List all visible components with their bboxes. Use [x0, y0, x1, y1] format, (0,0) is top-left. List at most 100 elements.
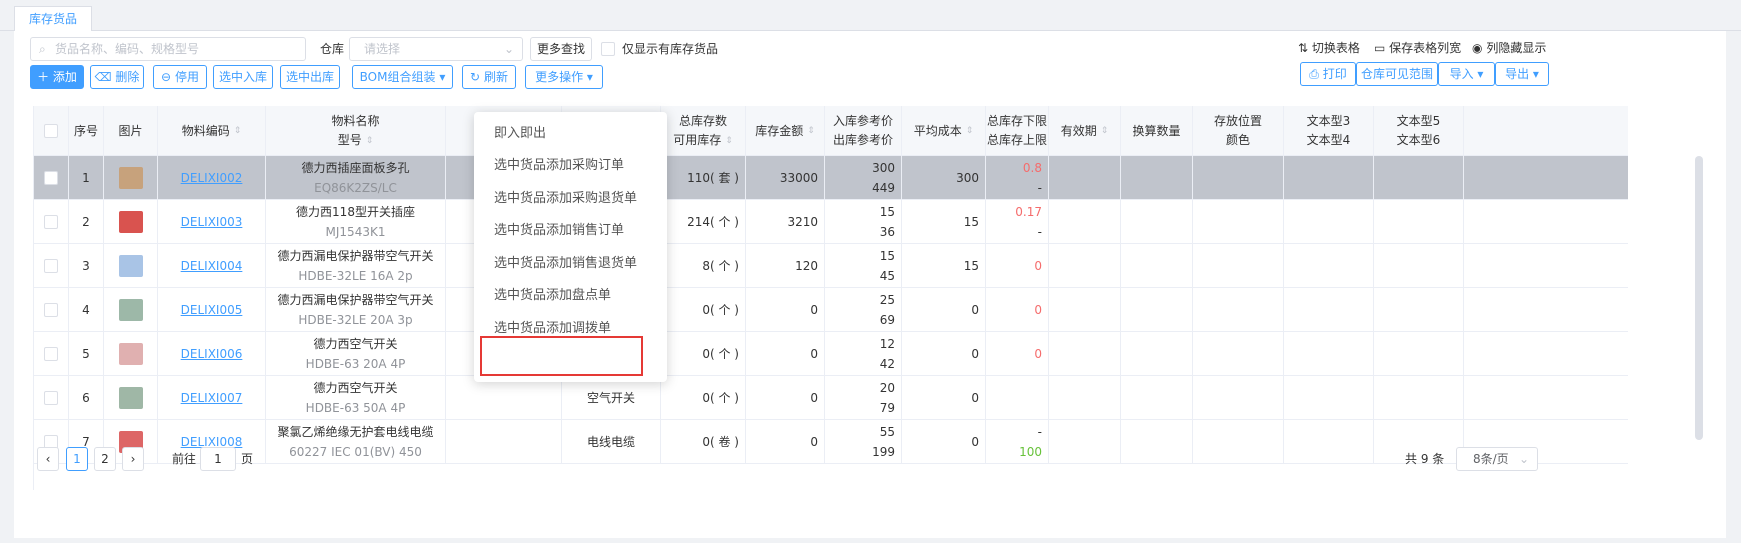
product-thumbnail[interactable] — [118, 167, 143, 189]
product-thumbnail[interactable] — [118, 211, 143, 233]
bom-label: BOM组合组装 — [359, 70, 436, 84]
next-page-button[interactable]: › — [122, 447, 144, 471]
row-checkbox[interactable] — [44, 347, 58, 361]
goto-page-input[interactable]: 1 — [200, 447, 236, 471]
menu-item-add-sales-order[interactable]: 选中货品添加销售订单 — [494, 221, 624, 241]
header-text6-label: 文本型6 — [1396, 133, 1441, 147]
row-seq: 4 — [69, 288, 104, 332]
bom-button[interactable]: BOM组合组装 ▾ — [352, 65, 453, 89]
product-thumbnail[interactable] — [118, 343, 143, 365]
material-code-link[interactable]: DELIXI003 — [181, 212, 243, 232]
sort-icon: ⇕ — [725, 135, 733, 146]
row-stock: 214( 个 ) — [661, 200, 746, 244]
header-code[interactable]: 物料编码 ⇕ — [158, 106, 266, 156]
product-thumbnail[interactable] — [118, 387, 143, 409]
import-button[interactable]: 导入 ▾ — [1438, 62, 1495, 86]
row-location-cell — [1193, 244, 1284, 288]
tab-inventory[interactable]: 库存货品 — [14, 6, 93, 32]
stock-high-limit: - — [1037, 225, 1042, 239]
product-thumbnail[interactable] — [118, 299, 143, 321]
table-row[interactable]: 7 DELIXI008 聚氯乙烯绝缘无护套电线电缆 60227 IEC 01(BV… — [34, 420, 1628, 464]
material-model: HDBE-63 20A 4P — [305, 357, 406, 371]
prev-page-button[interactable]: ‹ — [37, 447, 59, 471]
row-seq: 5 — [69, 332, 104, 376]
add-button[interactable]: ＋ 添加 — [30, 65, 84, 89]
tab-bar: 库存货品 — [0, 0, 1741, 32]
row-image-cell — [104, 244, 158, 288]
export-button[interactable]: 导出 ▾ — [1495, 62, 1549, 86]
table-row[interactable]: 3 DELIXI004 德力西漏电保护器带空气开关 HDBE-32LE 16A 2… — [34, 244, 1628, 288]
header-seq: 序号 — [69, 106, 104, 156]
stock-low-limit: 0.17 — [1015, 205, 1042, 219]
row-conv-cell — [1121, 200, 1193, 244]
table-row[interactable]: 2 DELIXI003 德力西118型开关插座MJ1543K1 关插座 214(… — [34, 200, 1628, 244]
row-text56-cell — [1374, 244, 1464, 288]
material-code-link[interactable]: DELIXI005 — [181, 300, 243, 320]
save-width-button[interactable]: ▭ 保存表格列宽 — [1374, 36, 1461, 60]
page-1-button[interactable]: 1 — [66, 447, 88, 471]
page-size-select[interactable]: 8条/页 ⌄ — [1456, 447, 1538, 471]
chevron-left-icon: ‹ — [45, 452, 51, 466]
menu-item-add-stocktake[interactable]: 选中货品添加盘点单 — [494, 286, 611, 306]
print-button[interactable]: ⎙ 打印 — [1300, 62, 1356, 86]
header-name[interactable]: 物料名称 型号 ⇕ — [266, 106, 446, 156]
select-out-button[interactable]: 选中出库 — [280, 65, 340, 89]
material-code-link[interactable]: DELIXI002 — [181, 168, 243, 188]
header-validity[interactable]: 有效期 ⇕ — [1049, 106, 1121, 156]
material-code-link[interactable]: DELIXI007 — [181, 388, 243, 408]
table-row[interactable]: 6 DELIXI007 德力西空气开关 HDBE-63 50A 4P 空气开关 0… — [34, 376, 1628, 420]
row-conv-cell — [1121, 156, 1193, 200]
menu-item-add-purchase-order[interactable]: 选中货品添加采购订单 — [494, 156, 624, 176]
product-thumbnail[interactable] — [118, 255, 143, 277]
page-2-button[interactable]: 2 — [94, 447, 116, 471]
material-code-link[interactable]: DELIXI006 — [181, 344, 243, 364]
table-row[interactable]: 5 DELIXI006 德力西空气开关HDBE-63 20A 4P 气开关 0(… — [34, 332, 1628, 376]
header-stock[interactable]: 总库存数 可用库存 ⇕ — [661, 106, 746, 156]
row-avg-cost: 0 — [902, 376, 986, 420]
header-text5-label: 文本型5 — [1396, 114, 1441, 128]
row-limit-cell: - 100 — [986, 420, 1049, 464]
row-amount: 0 — [746, 420, 825, 464]
row-image-cell — [104, 376, 158, 420]
caret-down-icon: ▾ — [1532, 67, 1539, 81]
menu-item-instant-in-out[interactable]: 即入即出 — [494, 124, 546, 144]
table-row[interactable]: 4 DELIXI005 德力西漏电保护器带空气开关 HDBE-32LE 20A 3… — [34, 288, 1628, 332]
row-checkbox[interactable] — [44, 215, 58, 229]
warehouse-placeholder: 请选择 — [364, 42, 401, 56]
select-in-button[interactable]: 选中入库 — [213, 65, 273, 89]
row-text56-cell — [1374, 288, 1464, 332]
row-limit-cell: 0 — [986, 244, 1049, 288]
row-code-cell: DELIXI003 — [158, 200, 266, 244]
more-search-button[interactable]: 更多查找 — [530, 37, 592, 61]
menu-item-add-sales-return[interactable]: 选中货品添加销售退货单 — [494, 254, 637, 274]
row-checkbox[interactable] — [44, 171, 58, 185]
header-checkbox-cell — [34, 106, 69, 156]
refresh-label: 刷新 — [483, 70, 508, 84]
visible-range-button[interactable]: 仓库可见范围 — [1356, 62, 1438, 86]
warehouse-select[interactable]: 请选择 ⌄ — [349, 37, 523, 61]
header-amount[interactable]: 库存金额 ⇕ — [746, 106, 825, 156]
row-checkbox[interactable] — [44, 303, 58, 317]
menu-item-add-purchase-return[interactable]: 选中货品添加采购退货单 — [494, 189, 637, 209]
only-stock-checkbox[interactable] — [601, 42, 615, 56]
material-code-link[interactable]: DELIXI004 — [181, 256, 243, 276]
header-text56: 文本型5 文本型6 — [1374, 106, 1464, 156]
switch-table-button[interactable]: ⇅ 切换表格 — [1298, 36, 1360, 60]
table-row[interactable]: 1 DELIXI002 德力西插座面板多孔EQ86K2ZS/LC 关插座 110… — [34, 156, 1628, 200]
hide-columns-button[interactable]: ◉ 列隐藏显示 — [1472, 36, 1546, 60]
delete-button[interactable]: ⌫ 删除 — [90, 65, 144, 89]
more-ops-button[interactable]: 更多操作 ▾ — [525, 65, 603, 89]
disable-button[interactable]: ⊖ 停用 — [153, 65, 207, 89]
vertical-scrollbar[interactable] — [1695, 156, 1703, 440]
search-input[interactable]: ⌕ 货品名称、编码、规格型号 — [30, 37, 306, 61]
row-type: 空气开关 — [562, 376, 661, 420]
row-seq: 1 — [69, 156, 104, 200]
refresh-button[interactable]: ↻ 刷新 — [462, 65, 516, 89]
disable-icon: ⊖ — [161, 70, 172, 84]
row-amount: 0 — [746, 288, 825, 332]
select-all-checkbox[interactable] — [44, 124, 58, 138]
header-avg-cost[interactable]: 平均成本 ⇕ — [902, 106, 986, 156]
row-checkbox[interactable] — [44, 259, 58, 273]
chevron-right-icon: › — [130, 452, 136, 466]
row-checkbox[interactable] — [44, 391, 58, 405]
